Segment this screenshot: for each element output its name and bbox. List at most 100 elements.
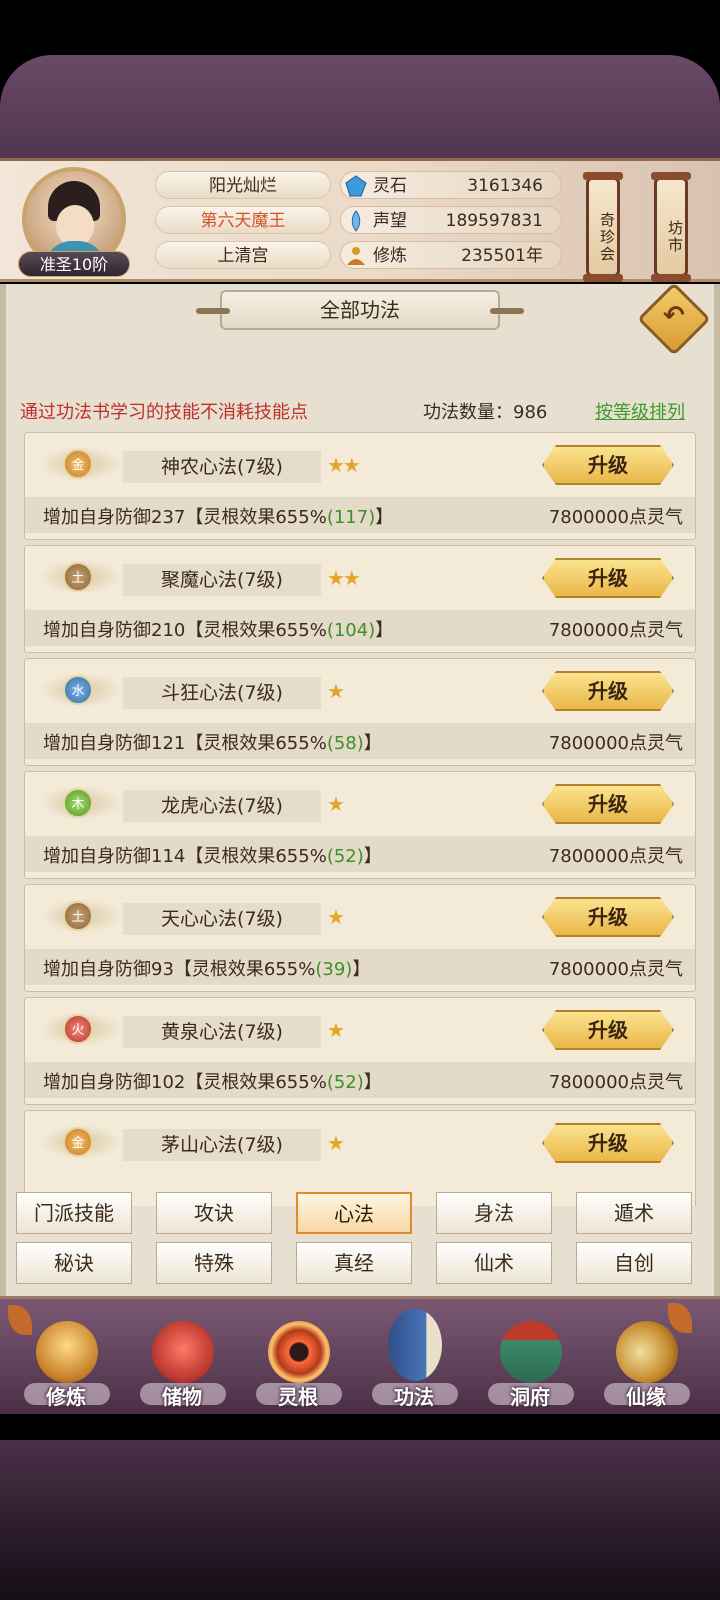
element-badge-icon: 水 [63, 675, 93, 705]
root-bonus-value: (52) [326, 846, 364, 867]
element-badge-icon: 金 [63, 1127, 93, 1157]
nav-label: 功法 [394, 1385, 434, 1409]
nav-label: 修炼 [46, 1385, 86, 1409]
skill-effect-text: 增加自身防御102【灵根效果655%(52)】 [43, 1068, 382, 1094]
resource-value: 235501年 [461, 246, 543, 266]
skill-effect-row: 增加自身防御93【灵根效果655%(39)】 7800000点灵气 [25, 949, 695, 985]
resource-label: 声望 [373, 211, 407, 231]
skill-list[interactable]: 金神农心法(7级) ★★ 升级 增加自身防御237【灵根效果655%(117)】 780… [24, 432, 696, 1206]
effect-text: 增加自身防御121【灵根效果655% [43, 733, 327, 754]
upgrade-cost: 7800000点灵气 [548, 959, 683, 980]
player-title: 第六天魔王 [155, 206, 331, 234]
skill-name: 天心心法(7级) [123, 903, 321, 935]
star-rating: ★ [327, 792, 345, 816]
skill-card: 土聚魔心法(7级) ★★ 升级 增加自身防御210【灵根效果655%(104)】 780… [24, 545, 696, 653]
skill-name: 聚魔心法(7级) [123, 564, 321, 596]
skill-name: 黄泉心法(7级) [123, 1016, 321, 1048]
player-sect: 上清宫 [155, 241, 331, 269]
star-rating: ★ [327, 1018, 345, 1042]
element-badge-icon: 土 [63, 562, 93, 592]
nav-item-1[interactable]: 修炼 [10, 1299, 122, 1417]
nav-label: 仙缘 [626, 1385, 666, 1409]
root-bonus-value: (39) [315, 959, 353, 980]
prestige-resource: 声望 189597831 [340, 206, 562, 234]
storage-bag-icon [152, 1321, 214, 1383]
skill-card: 木龙虎心法(7级) ★ 升级 增加自身防御114【灵根效果655%(52)】 78000… [24, 771, 696, 879]
effect-text: 增加自身防御237【灵根效果655% [43, 507, 327, 528]
tab-3[interactable]: 心法 [296, 1192, 412, 1234]
skill-effect-text: 增加自身防御121【灵根效果655%(58)】 [43, 729, 382, 755]
bottom-frame [0, 1440, 720, 1600]
skill-card: 土天心心法(7级) ★ 升级 增加自身防御93【灵根效果655%(39)】 780000… [24, 884, 696, 992]
player-name: 阳光灿烂 [155, 171, 331, 199]
effect-text: 增加自身防御93【灵根效果655% [43, 959, 316, 980]
effect-text: 增加自身防御102【灵根效果655% [43, 1072, 327, 1093]
skill-effect-row: 增加自身防御121【灵根效果655%(58)】 7800000点灵气 [25, 723, 695, 759]
skill-hint-text: 通过功法书学习的技能不消耗技能点 [20, 402, 308, 423]
skill-effect-text: 增加自身防御93【灵根效果655%(39)】 [43, 955, 370, 981]
upgrade-button[interactable]: 升级 [542, 671, 674, 711]
upgrade-cost: 7800000点灵气 [548, 846, 683, 867]
element-badge-icon: 金 [63, 449, 93, 479]
sort-by-level-link[interactable]: 按等级排列 [595, 398, 685, 424]
spirit-root-icon [268, 1321, 330, 1383]
skill-name: 斗狂心法(7级) [123, 677, 321, 709]
effect-text-end: 】 [375, 620, 394, 641]
nav-item-3[interactable]: 灵根 [242, 1299, 354, 1417]
nav-item-6[interactable]: 仙缘 [590, 1299, 702, 1417]
tab-6[interactable]: 秘诀 [16, 1242, 132, 1284]
element-badge-icon: 土 [63, 901, 93, 931]
upgrade-button[interactable]: 升级 [542, 445, 674, 485]
resource-value: 189597831 [445, 211, 543, 231]
tab-9[interactable]: 仙术 [436, 1242, 552, 1284]
destiny-gourd-icon [616, 1321, 678, 1383]
market-button[interactable]: 坊市 [651, 172, 691, 282]
skill-count: 功法数量：986 [423, 402, 548, 423]
tab-2[interactable]: 攻诀 [156, 1192, 272, 1234]
spirit-stone-resource: 灵石 3161346 [340, 171, 562, 199]
upgrade-cost: 7800000点灵气 [548, 1072, 683, 1093]
effect-text-end: 】 [363, 846, 382, 867]
upgrade-button[interactable]: 升级 [542, 897, 674, 937]
game-screen: 准圣10阶 阳光灿烂 第六天魔王 上清宫 灵石 3161346 声望 18959… [0, 0, 720, 1600]
spirit-stone-icon [345, 175, 367, 197]
upgrade-button[interactable]: 升级 [542, 1123, 674, 1163]
tab-1[interactable]: 门派技能 [16, 1192, 132, 1234]
nav-item-2[interactable]: 储物 [126, 1299, 238, 1417]
nav-item-5[interactable]: 洞府 [474, 1299, 586, 1417]
star-rating: ★★ [327, 453, 361, 477]
tab-10[interactable]: 自创 [576, 1242, 692, 1284]
upgrade-button[interactable]: 升级 [542, 784, 674, 824]
resource-value: 3161346 [467, 176, 543, 196]
nav-label: 储物 [162, 1385, 202, 1409]
skill-effect-row: 增加自身防御102【灵根效果655%(52)】 7800000点灵气 [25, 1062, 695, 1098]
upgrade-button[interactable]: 升级 [542, 1010, 674, 1050]
tab-7[interactable]: 特殊 [156, 1242, 272, 1284]
category-tabs: 门派技能 攻诀 心法 身法 遁术秘诀 特殊 真经 仙术 自创 [16, 1192, 706, 1288]
treasure-fair-button[interactable]: 奇珍会 [583, 172, 623, 282]
back-arrow-icon: ↶ [663, 301, 685, 332]
bottom-nav: 修炼 储物 灵根 功法 洞府 仙缘 [0, 1296, 720, 1414]
cave-house-icon [500, 1321, 562, 1383]
upgrade-cost: 7800000点灵气 [548, 507, 683, 528]
skill-effect-row: 增加自身防御114【灵根效果655%(52)】 7800000点灵气 [25, 836, 695, 872]
upgrade-cost: 7800000点灵气 [548, 733, 683, 754]
upgrade-cost: 7800000点灵气 [548, 620, 683, 641]
skill-effect-row: 增加自身防御210【灵根效果655%(104)】 7800000点灵气 [25, 610, 695, 646]
skill-effect-text: 增加自身防御114【灵根效果655%(52)】 [43, 842, 382, 868]
skill-card: 火黄泉心法(7级) ★ 升级 增加自身防御102【灵根效果655%(52)】 78000… [24, 997, 696, 1105]
root-bonus-value: (58) [326, 733, 364, 754]
rank-badge: 准圣10阶 [18, 251, 130, 277]
element-badge-icon: 木 [63, 788, 93, 818]
tab-8[interactable]: 真经 [296, 1242, 412, 1284]
root-bonus-value: (104) [326, 620, 376, 641]
tab-4[interactable]: 身法 [436, 1192, 552, 1234]
effect-text-end: 】 [363, 1072, 382, 1093]
tab-5[interactable]: 遁术 [576, 1192, 692, 1234]
star-rating: ★★ [327, 566, 361, 590]
nav-label: 洞府 [510, 1385, 550, 1409]
nav-item-4[interactable]: 功法 [358, 1299, 470, 1417]
upgrade-button[interactable]: 升级 [542, 558, 674, 598]
star-rating: ★ [327, 1131, 345, 1155]
top-frame [0, 55, 720, 165]
